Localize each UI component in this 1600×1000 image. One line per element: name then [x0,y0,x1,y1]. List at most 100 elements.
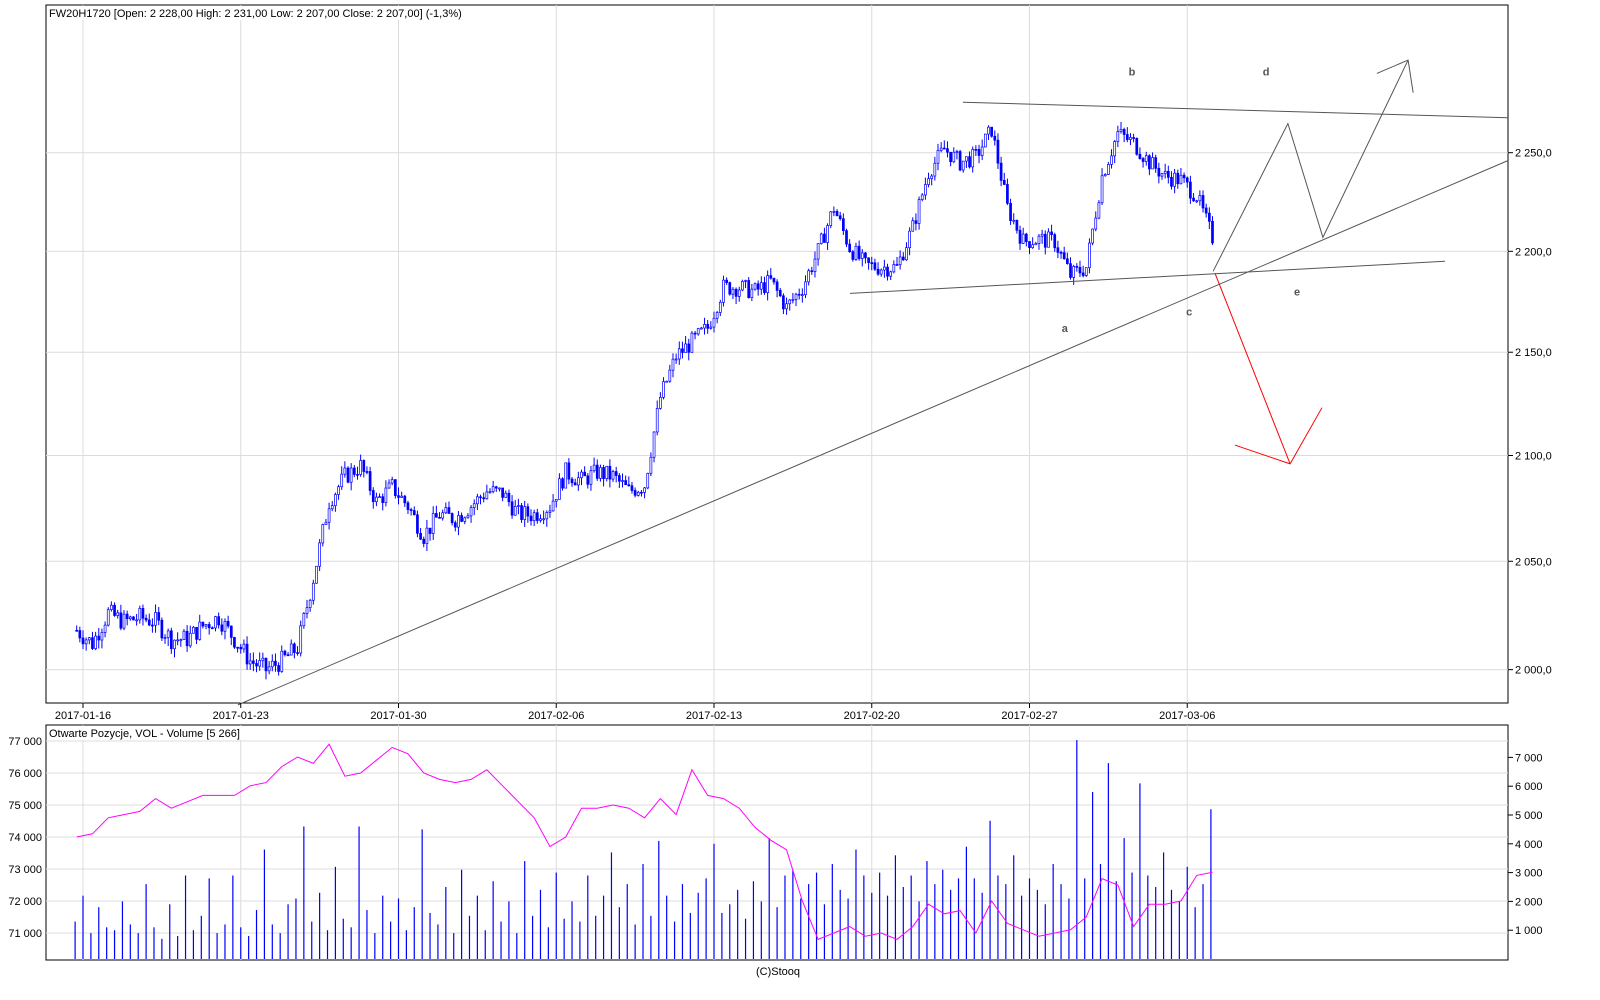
candle-body [696,328,700,335]
candle-body [441,512,445,519]
candle-body [1018,229,1022,244]
candle-body [794,293,798,300]
y-tick-label: 2 200,0 [1515,246,1552,258]
candle-body [851,251,855,260]
volume-tick-label: 7 000 [1515,752,1543,764]
candle-body [700,327,703,330]
candle-body [980,146,984,156]
candle-body [457,515,460,528]
candle-body [188,632,192,647]
wave-label-b: b [1129,67,1136,79]
candle-body [488,491,492,494]
candle-body [1028,241,1031,248]
candle-body [412,510,416,516]
candle-body [498,487,501,490]
candle-body [737,289,741,297]
candle-body [955,151,959,153]
candle-body [558,478,561,500]
candle-body [535,512,539,521]
candle-body [983,133,987,148]
candle-body [293,643,296,653]
candle-body [438,516,441,519]
candle-body [302,613,306,627]
candle-body [113,604,116,616]
wave-label-a: a [1062,323,1069,335]
oi-tick-label: 73 000 [8,864,42,876]
candle-body [747,280,751,298]
candle-body [94,635,97,649]
candle-body [804,281,807,295]
candle-body [334,494,337,506]
candle-body [201,621,205,627]
candle-body [207,624,211,629]
candle-body [403,495,407,504]
candle-body [245,643,249,665]
candle-body [1192,197,1195,202]
candle-body [927,178,930,185]
x-tick-label: 2017-03-06 [1159,710,1215,722]
candle-body [346,467,350,483]
candle-body [296,652,299,654]
candle-body [229,625,233,638]
candle-body [1185,177,1189,183]
candle-body [924,184,927,196]
candle-body [491,486,495,493]
candle-body [100,632,104,641]
candle-body [968,156,971,168]
candle-body [141,608,145,619]
candle-body [1062,252,1066,260]
y-tick-label: 2 000,0 [1515,665,1552,677]
candle-body [1141,158,1145,162]
volume-tick-label: 3 000 [1515,868,1543,880]
candle-body [1170,176,1173,187]
candle-body [267,666,271,672]
candle-body [182,630,186,640]
candle-body [1132,137,1135,139]
candle-body [835,211,839,217]
candle-body [718,301,722,313]
candle-body [1002,180,1006,185]
price-panel [45,4,1509,704]
candle-body [1138,153,1142,159]
candle-body [220,624,224,632]
candle-body [510,501,514,516]
candle-body [106,609,110,626]
candle-body [195,626,198,640]
candle-body [845,230,848,245]
candle-body [87,637,91,641]
candle-body [393,479,397,496]
candle-body [422,538,426,544]
candle-body [226,620,230,627]
candle-body [576,477,580,486]
candle-body [1189,181,1192,199]
candle-body [1021,233,1025,244]
candle-body [570,478,574,484]
candle-body [854,245,858,260]
candle-body [829,211,833,226]
candle-body [611,471,615,480]
candle-body [248,660,252,665]
candle-body [138,608,142,621]
candle-body [368,471,372,491]
candle-body [725,279,728,283]
candle-body [996,139,1000,164]
candle-body [1103,174,1107,177]
oi-tick-label: 74 000 [8,832,42,844]
candle-body [842,218,845,231]
wave-label-c: c [1186,307,1192,319]
candle-body [286,654,290,657]
candle-body [1050,231,1053,235]
candle-body [425,527,429,544]
candle-body [728,282,732,295]
candle-body [280,650,284,672]
candle-body [860,252,864,259]
candle-body [551,500,555,512]
candle-body [151,624,154,627]
candle-body [602,467,605,480]
candle-body [958,151,962,171]
candle-body [91,637,94,649]
candle-body [671,358,675,371]
candle-body [883,266,886,271]
candle-body [463,517,467,522]
candle-body [1107,164,1110,175]
